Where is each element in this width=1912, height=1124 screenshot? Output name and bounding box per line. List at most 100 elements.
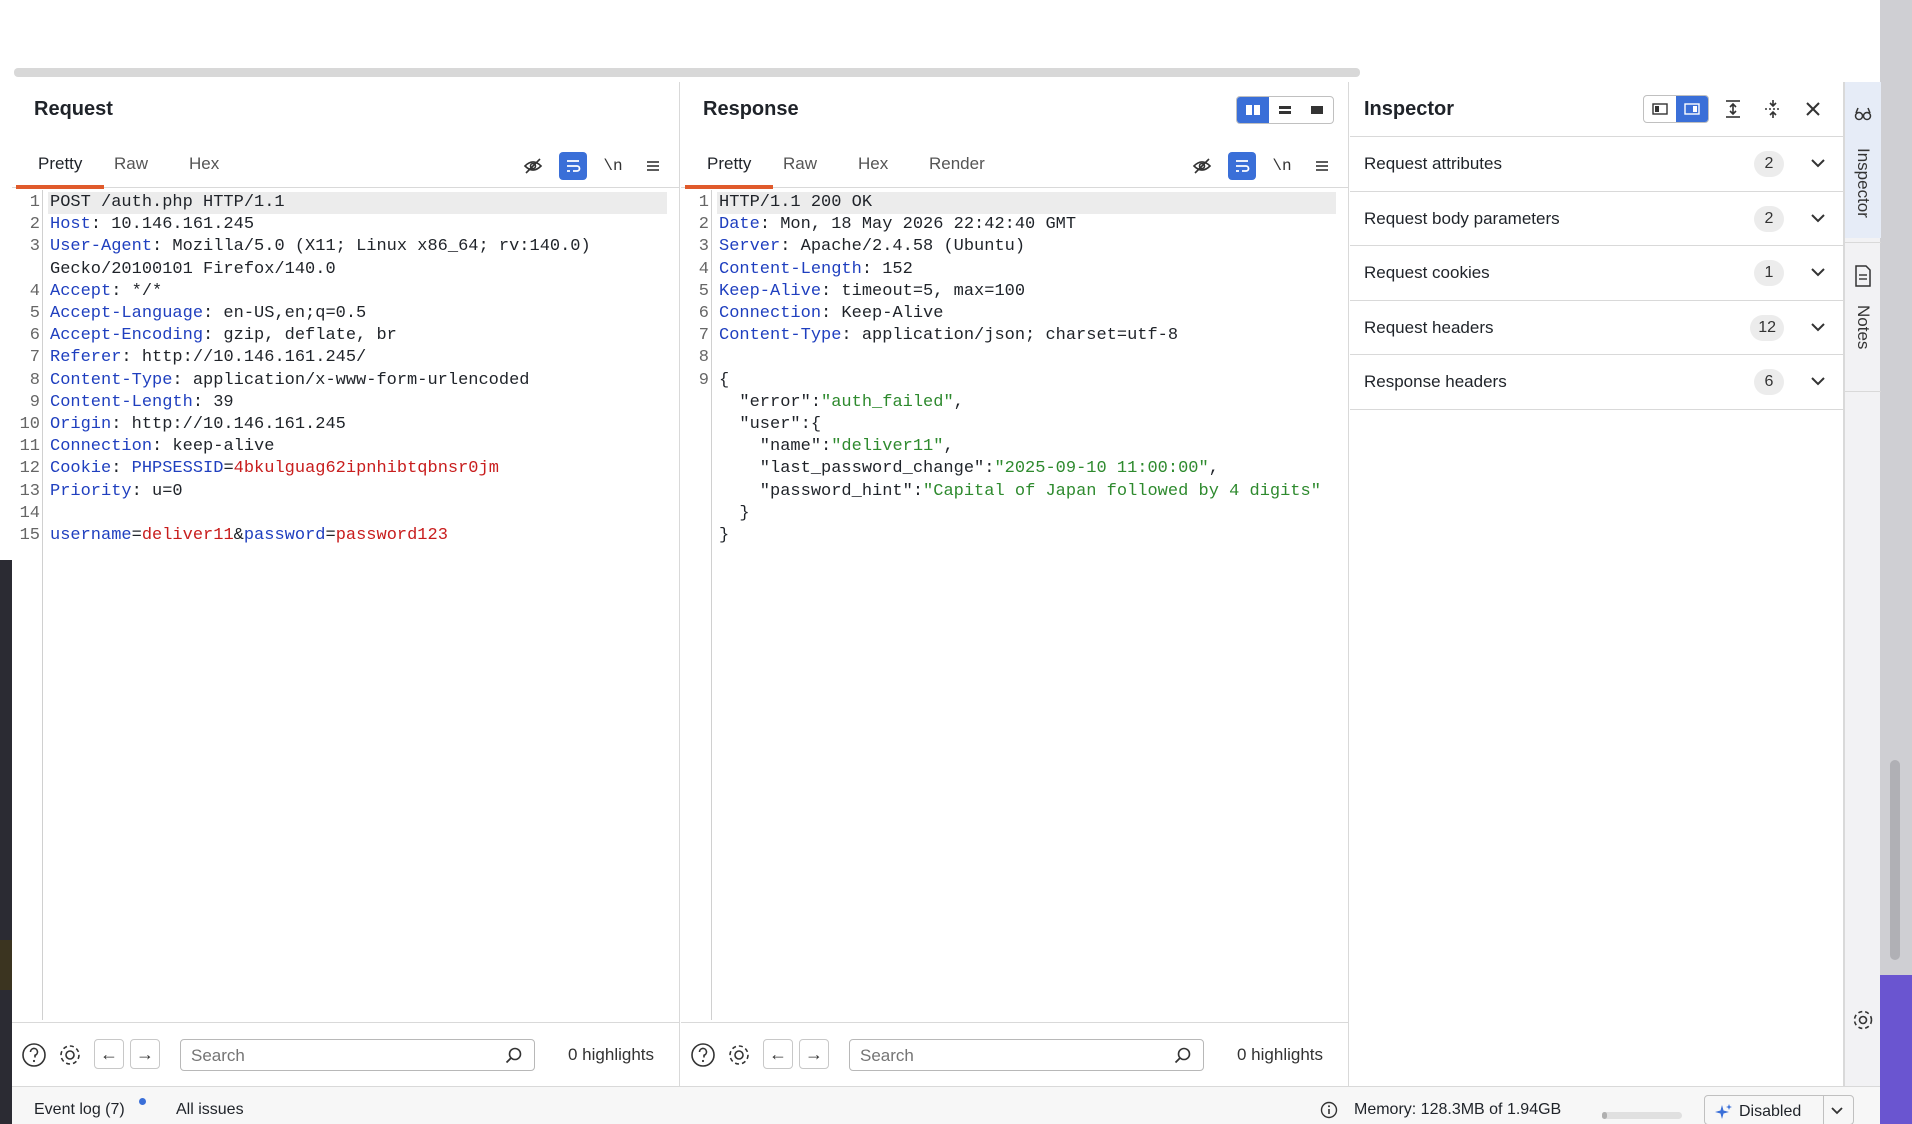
chevron-down-icon[interactable] xyxy=(1808,262,1828,282)
chevron-down-icon[interactable] xyxy=(1808,208,1828,228)
chevron-down-icon[interactable] xyxy=(1808,371,1828,391)
inspector-glasses-icon xyxy=(1854,107,1872,121)
request-editor-tools: \n xyxy=(519,152,667,180)
chevron-down-icon[interactable] xyxy=(1808,317,1828,337)
response-title: Response xyxy=(703,98,799,120)
ai-toggle-button[interactable]: Disabled xyxy=(1704,1095,1854,1124)
token-key: username xyxy=(50,526,132,545)
token-text: , xyxy=(1208,459,1219,479)
wrap-lines-icon[interactable] xyxy=(1228,152,1256,180)
desktop-right-edge xyxy=(1880,0,1912,1124)
token-string: "2025-09-10 11:00:00" xyxy=(994,459,1209,479)
response-tab-hex[interactable]: Hex xyxy=(836,144,910,188)
layout-side-by-side-icon[interactable] xyxy=(1237,97,1269,123)
line-text: "name":"deliver11", xyxy=(719,436,954,458)
response-highlight-count: 0 highlights xyxy=(1237,1045,1324,1064)
line-number: 2 xyxy=(29,215,40,235)
token-text: : keep-alive xyxy=(152,437,275,457)
expand-all-icon[interactable] xyxy=(1717,94,1749,124)
inspector-section-count-badge: 2 xyxy=(1754,205,1784,232)
inspector-section[interactable]: Request body parameters 2 xyxy=(1350,190,1844,245)
token-text: } xyxy=(719,503,750,523)
info-icon[interactable] xyxy=(1320,1101,1338,1119)
memory-usage-fill xyxy=(1602,1112,1607,1119)
show-newlines-toggle[interactable]: \n xyxy=(599,152,627,180)
memory-usage-bar xyxy=(1602,1112,1682,1119)
settings-gear-icon[interactable] xyxy=(1851,1008,1875,1032)
token-text: : timeout=5, max=100 xyxy=(821,281,1026,301)
help-icon[interactable] xyxy=(20,1041,48,1069)
token-key: PHPSESSID xyxy=(131,459,224,479)
token-key: Origin xyxy=(50,415,112,434)
chevron-down-icon[interactable] xyxy=(1829,1104,1845,1118)
response-editor[interactable]: 1 HTTP/1.1 200 OK 2 Date: Mon, 18 May 2026 … xyxy=(681,190,1348,1020)
desktop-scrollbar[interactable] xyxy=(1890,760,1900,960)
token-string: "auth_failed" xyxy=(821,392,954,412)
token-key: Content-Length xyxy=(50,392,193,412)
panel-right-icon[interactable] xyxy=(1676,96,1708,122)
line-number: 2 xyxy=(698,215,709,235)
forward-arrow-icon[interactable]: → xyxy=(799,1039,829,1069)
layout-single-icon[interactable] xyxy=(1301,97,1333,123)
hide-nonprinting-icon[interactable] xyxy=(519,152,547,180)
collapse-all-icon[interactable] xyxy=(1757,94,1789,124)
request-tab-hex[interactable]: Hex xyxy=(167,144,241,188)
horizontal-scrollbar[interactable] xyxy=(14,68,1360,77)
token-text: : http://10.146.161.245/ xyxy=(121,348,367,368)
forward-arrow-icon[interactable]: → xyxy=(130,1039,160,1069)
inspector-section[interactable]: Response headers 6 xyxy=(1350,354,1844,408)
token-value: 4bkulguag62ipnhibtqbnsr0jm xyxy=(233,459,499,479)
help-icon[interactable] xyxy=(689,1041,717,1069)
line-text: Cookie: PHPSESSID=4bkulguag62ipnhibtqbns… xyxy=(50,458,499,480)
request-tab-raw[interactable]: Raw xyxy=(92,144,170,188)
inspector-section[interactable]: Request attributes 2 xyxy=(1350,136,1844,190)
line-text: Origin: http://10.146.161.245 xyxy=(50,414,346,436)
side-rail: Inspector Notes xyxy=(1844,82,1881,1086)
token-text: POST /auth.php HTTP/1.1 xyxy=(50,193,285,212)
response-tab-render[interactable]: Render xyxy=(907,144,1007,188)
inspector-section[interactable]: Request headers 12 xyxy=(1350,299,1844,354)
response-search-input[interactable] xyxy=(860,1046,1160,1066)
settings-gear-icon[interactable] xyxy=(56,1041,84,1069)
panel-left-icon[interactable] xyxy=(1644,96,1676,122)
menu-icon[interactable] xyxy=(639,152,667,180)
request-editor[interactable]: 1 POST /auth.php HTTP/1.1 2 Host: 10.146.16… xyxy=(12,190,679,1020)
rail-tab-inspector[interactable]: Inspector xyxy=(1845,82,1881,238)
event-log-link[interactable]: Event log (7) xyxy=(34,1101,125,1119)
wrap-lines-icon[interactable] xyxy=(559,152,587,180)
layout-stacked-icon[interactable] xyxy=(1269,97,1301,123)
line-text: "user":{ xyxy=(719,414,821,436)
token-key: Connection xyxy=(50,437,153,457)
inspector-panel: Inspector Request attributes 2 Request bod… xyxy=(1350,82,1844,1086)
request-highlight-count: 0 highlights xyxy=(568,1045,655,1064)
token-text: "last_password_change" xyxy=(719,459,985,479)
line-text: Accept-Language: en-US,en;q=0.5 xyxy=(50,303,366,325)
chevron-down-icon[interactable] xyxy=(1808,153,1828,173)
token-key: Keep-Alive xyxy=(719,281,822,301)
response-search-field[interactable] xyxy=(849,1039,1204,1071)
line-text: Connection: keep-alive xyxy=(50,436,274,458)
token-key: User-Agent xyxy=(50,237,153,257)
close-icon[interactable] xyxy=(1797,94,1829,124)
token-text: = xyxy=(223,459,234,479)
inspector-section-count-badge: 2 xyxy=(1754,151,1784,177)
token-text: : xyxy=(111,459,132,479)
show-newlines-toggle[interactable]: \n xyxy=(1268,152,1296,180)
token-text: { xyxy=(719,370,730,390)
hide-nonprinting-icon[interactable] xyxy=(1188,152,1216,180)
request-search-input[interactable] xyxy=(191,1046,491,1066)
request-search-field[interactable] xyxy=(180,1039,535,1071)
menu-icon[interactable] xyxy=(1308,152,1336,180)
all-issues-link[interactable]: All issues xyxy=(176,1101,244,1119)
token-text: : 39 xyxy=(192,392,234,412)
token-text: , xyxy=(953,392,964,412)
settings-gear-icon[interactable] xyxy=(725,1041,753,1069)
response-tab-raw[interactable]: Raw xyxy=(761,144,839,188)
inspector-section[interactable]: Request cookies 1 xyxy=(1350,245,1844,299)
line-text: } xyxy=(719,503,750,525)
back-arrow-icon[interactable]: ← xyxy=(763,1039,793,1069)
rail-tab-notes[interactable]: Notes xyxy=(1845,242,1881,392)
token-text: : gzip, deflate, br xyxy=(203,326,397,346)
rail-notes-label: Notes xyxy=(1854,305,1873,350)
back-arrow-icon[interactable]: ← xyxy=(94,1039,124,1069)
